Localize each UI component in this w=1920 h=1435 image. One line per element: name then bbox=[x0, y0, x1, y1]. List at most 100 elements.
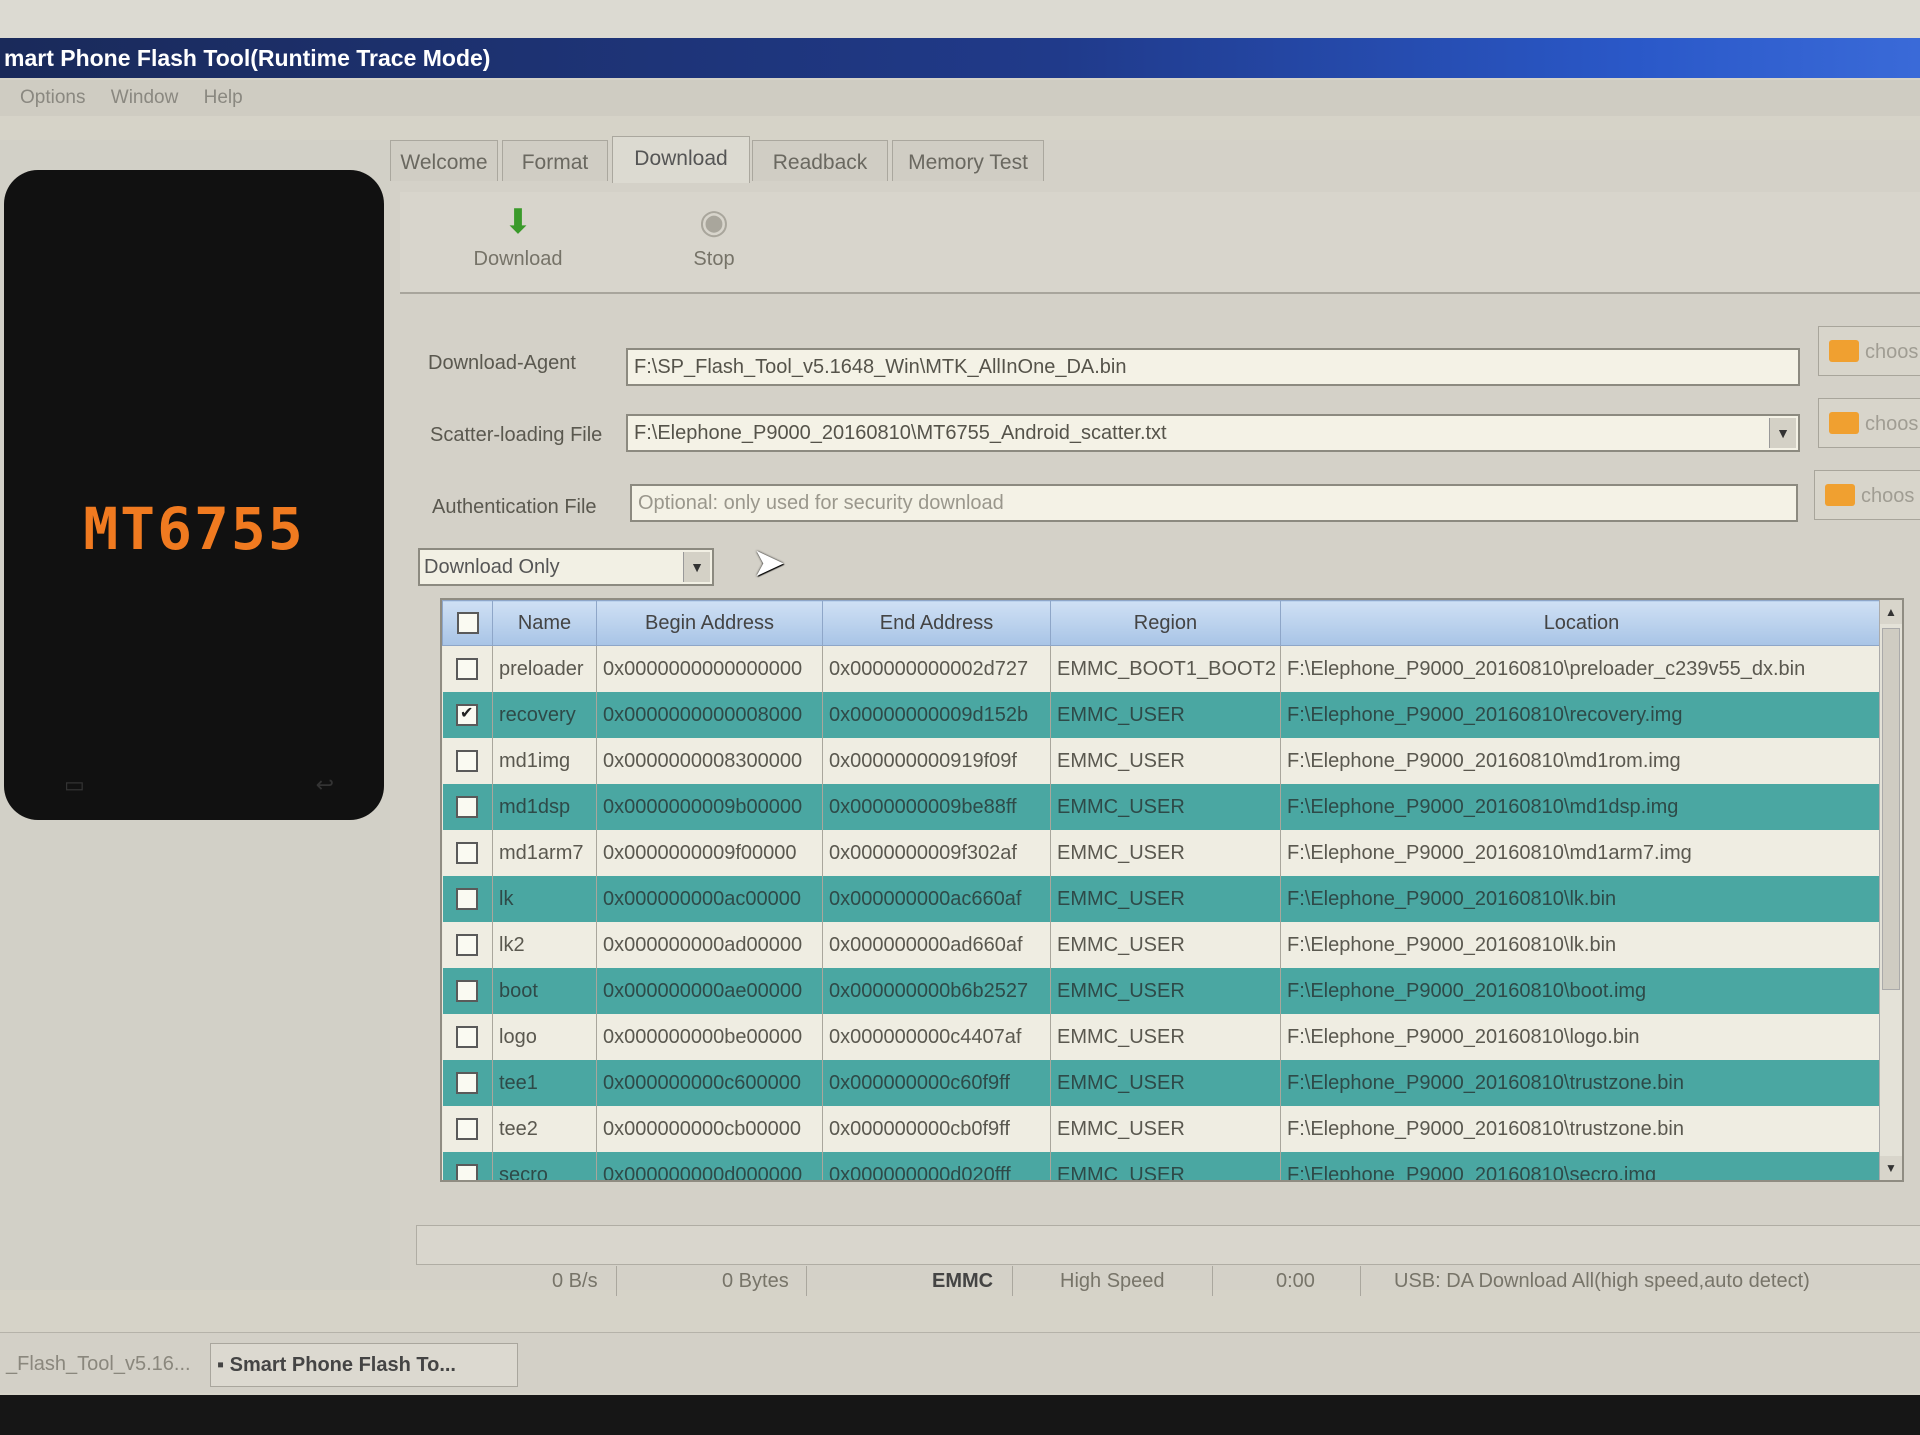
menu-options[interactable]: Options bbox=[20, 80, 85, 116]
row-checkbox-cell[interactable]: ✔ bbox=[442, 692, 493, 738]
row-checkbox[interactable] bbox=[455, 980, 478, 1003]
table-row[interactable]: lk2 0x000000000ad00000 0x000000000ad660af E… bbox=[442, 922, 1883, 968]
cell-begin: 0x000000000c600000 bbox=[596, 1060, 823, 1106]
column-header-location[interactable]: Location bbox=[1280, 600, 1883, 646]
scatter-file-value: F:\Elephone_P9000_20160810\MT6755_Androi… bbox=[634, 422, 1167, 444]
tab-download[interactable]: Download bbox=[612, 136, 750, 183]
row-checkbox[interactable] bbox=[455, 658, 478, 681]
cell-name: lk2 bbox=[492, 922, 597, 968]
taskbar-item-label: Smart Phone Flash To... bbox=[229, 1354, 456, 1376]
column-header-region[interactable]: Region bbox=[1050, 600, 1281, 646]
cell-begin: 0x000000000ae00000 bbox=[596, 968, 823, 1014]
menu-help[interactable]: Help bbox=[204, 80, 243, 116]
cell-region: EMMC_USER bbox=[1050, 1014, 1281, 1060]
cell-begin: 0x0000000000008000 bbox=[596, 692, 823, 738]
row-checkbox[interactable]: ✔ bbox=[455, 704, 478, 727]
row-checkbox-cell[interactable] bbox=[442, 968, 493, 1014]
table-row[interactable]: preloader 0x0000000000000000 0x00000000000… bbox=[442, 645, 1883, 692]
row-checkbox[interactable] bbox=[455, 934, 478, 957]
row-checkbox-cell[interactable] bbox=[442, 876, 493, 922]
table-row[interactable]: boot 0x000000000ae00000 0x000000000b6b2527… bbox=[442, 968, 1883, 1014]
table-row[interactable]: md1dsp 0x0000000009b00000 0x0000000009be88… bbox=[442, 784, 1883, 830]
phone-image: MT6755 ▭ ↩ bbox=[4, 170, 384, 820]
row-checkbox[interactable] bbox=[455, 1118, 478, 1141]
folder-icon bbox=[1829, 340, 1859, 362]
row-checkbox-cell[interactable] bbox=[442, 1152, 493, 1180]
download-agent-field[interactable]: F:\SP_Flash_Tool_v5.1648_Win\MTK_AllInOn… bbox=[626, 348, 1800, 386]
taskbar-item-flash-tool-folder[interactable]: _Flash_Tool_v5.16... bbox=[0, 1343, 206, 1385]
download-button[interactable]: ⬇ Download bbox=[458, 202, 578, 271]
app-icon: ▪ bbox=[217, 1354, 230, 1376]
menu-key-icon: ▭ bbox=[64, 772, 85, 797]
chevron-down-icon[interactable]: ▼ bbox=[1769, 418, 1796, 448]
cell-location: F:\Elephone_P9000_20160810\lk.bin bbox=[1280, 922, 1883, 968]
cell-region: EMMC_USER bbox=[1050, 1106, 1281, 1152]
cell-end: 0x000000000002d727 bbox=[822, 645, 1051, 692]
row-checkbox[interactable] bbox=[455, 1026, 478, 1049]
mouse-cursor-icon: ➤ bbox=[752, 541, 786, 585]
cell-end: 0x000000000c60f9ff bbox=[822, 1060, 1051, 1106]
table-row[interactable]: md1arm7 0x0000000009f00000 0x0000000009f30… bbox=[442, 830, 1883, 876]
row-checkbox[interactable] bbox=[455, 842, 478, 865]
table-header-row: Name Begin Address End Address Region Lo… bbox=[442, 600, 1883, 646]
scatter-file-label: Scatter-loading File bbox=[430, 424, 603, 446]
column-header-end-address[interactable]: End Address bbox=[822, 600, 1051, 646]
row-checkbox-cell[interactable] bbox=[442, 738, 493, 784]
cell-region: EMMC_USER bbox=[1050, 738, 1281, 784]
download-mode-select[interactable]: Download Only ▼ bbox=[418, 548, 714, 586]
row-checkbox[interactable] bbox=[455, 750, 478, 773]
menu-bar: Options Window Help bbox=[0, 80, 1920, 116]
row-checkbox-cell[interactable] bbox=[442, 1106, 493, 1152]
download-agent-label: Download-Agent bbox=[428, 352, 576, 374]
tab-welcome[interactable]: Welcome bbox=[390, 140, 498, 181]
cell-region: EMMC_BOOT1_BOOT2 bbox=[1050, 645, 1281, 692]
table-row[interactable]: md1img 0x0000000008300000 0x000000000919f0… bbox=[442, 738, 1883, 784]
cell-location: F:\Elephone_P9000_20160810\preloader_c23… bbox=[1280, 645, 1883, 692]
row-checkbox-cell[interactable] bbox=[442, 784, 493, 830]
taskbar-item-flash-tool[interactable]: ▪ Smart Phone Flash To... bbox=[210, 1343, 518, 1387]
row-checkbox[interactable] bbox=[455, 1072, 478, 1095]
scroll-down-icon[interactable]: ▼ bbox=[1880, 1156, 1902, 1180]
row-checkbox[interactable] bbox=[455, 796, 478, 819]
table-row[interactable]: secro 0x000000000d000000 0x000000000d020ff… bbox=[442, 1152, 1883, 1180]
folder-icon bbox=[1825, 484, 1855, 506]
choose-download-agent-button[interactable]: choos bbox=[1818, 326, 1920, 376]
choose-auth-file-button[interactable]: choos bbox=[1814, 470, 1920, 520]
scroll-up-icon[interactable]: ▲ bbox=[1880, 600, 1902, 624]
table-row[interactable]: lk 0x000000000ac00000 0x000000000ac660af EM… bbox=[442, 876, 1883, 922]
tab-memory-test[interactable]: Memory Test bbox=[892, 140, 1044, 181]
table-scrollbar[interactable]: ▲ ▼ bbox=[1879, 600, 1902, 1180]
cell-name: recovery bbox=[492, 692, 597, 738]
stop-button[interactable]: ◉ Stop bbox=[654, 202, 774, 271]
select-all-checkbox[interactable] bbox=[456, 612, 479, 635]
scroll-thumb[interactable] bbox=[1882, 628, 1900, 990]
cell-region: EMMC_USER bbox=[1050, 692, 1281, 738]
menu-window[interactable]: Window bbox=[111, 80, 179, 116]
cell-location: F:\Elephone_P9000_20160810\logo.bin bbox=[1280, 1014, 1883, 1060]
row-checkbox-cell[interactable] bbox=[442, 1060, 493, 1106]
row-checkbox-cell[interactable] bbox=[442, 1014, 493, 1060]
tab-readback[interactable]: Readback bbox=[752, 140, 888, 181]
cell-name: tee2 bbox=[492, 1106, 597, 1152]
cell-name: boot bbox=[492, 968, 597, 1014]
row-checkbox-cell[interactable] bbox=[442, 830, 493, 876]
table-row[interactable]: tee1 0x000000000c600000 0x000000000c60f9ff… bbox=[442, 1060, 1883, 1106]
auth-file-field[interactable]: Optional: only used for security downloa… bbox=[630, 484, 1798, 522]
status-usb-mode: USB: DA Download All(high speed,auto det… bbox=[1394, 1270, 1810, 1292]
row-checkbox[interactable] bbox=[455, 1164, 478, 1180]
table-row[interactable]: ✔ recovery 0x0000000000008000 0x00000000009… bbox=[442, 692, 1883, 738]
cell-begin: 0x0000000009f00000 bbox=[596, 830, 823, 876]
scatter-file-field[interactable]: F:\Elephone_P9000_20160810\MT6755_Androi… bbox=[626, 414, 1800, 452]
choose-scatter-file-button[interactable]: choos bbox=[1818, 398, 1920, 448]
select-all-header[interactable] bbox=[442, 600, 493, 646]
chevron-down-icon[interactable]: ▼ bbox=[683, 552, 710, 582]
tab-format[interactable]: Format bbox=[502, 140, 608, 181]
table-row[interactable]: tee2 0x000000000cb00000 0x000000000cb0f9ff… bbox=[442, 1106, 1883, 1152]
row-checkbox[interactable] bbox=[455, 888, 478, 911]
row-checkbox-cell[interactable] bbox=[442, 922, 493, 968]
row-checkbox-cell[interactable] bbox=[442, 645, 493, 692]
column-header-begin-address[interactable]: Begin Address bbox=[596, 600, 823, 646]
column-header-name[interactable]: Name bbox=[492, 600, 597, 646]
status-bar: 0 B/s 0 Bytes EMMC High Speed 0:00 USB: … bbox=[416, 1262, 1920, 1302]
table-row[interactable]: logo 0x000000000be00000 0x000000000c4407af… bbox=[442, 1014, 1883, 1060]
